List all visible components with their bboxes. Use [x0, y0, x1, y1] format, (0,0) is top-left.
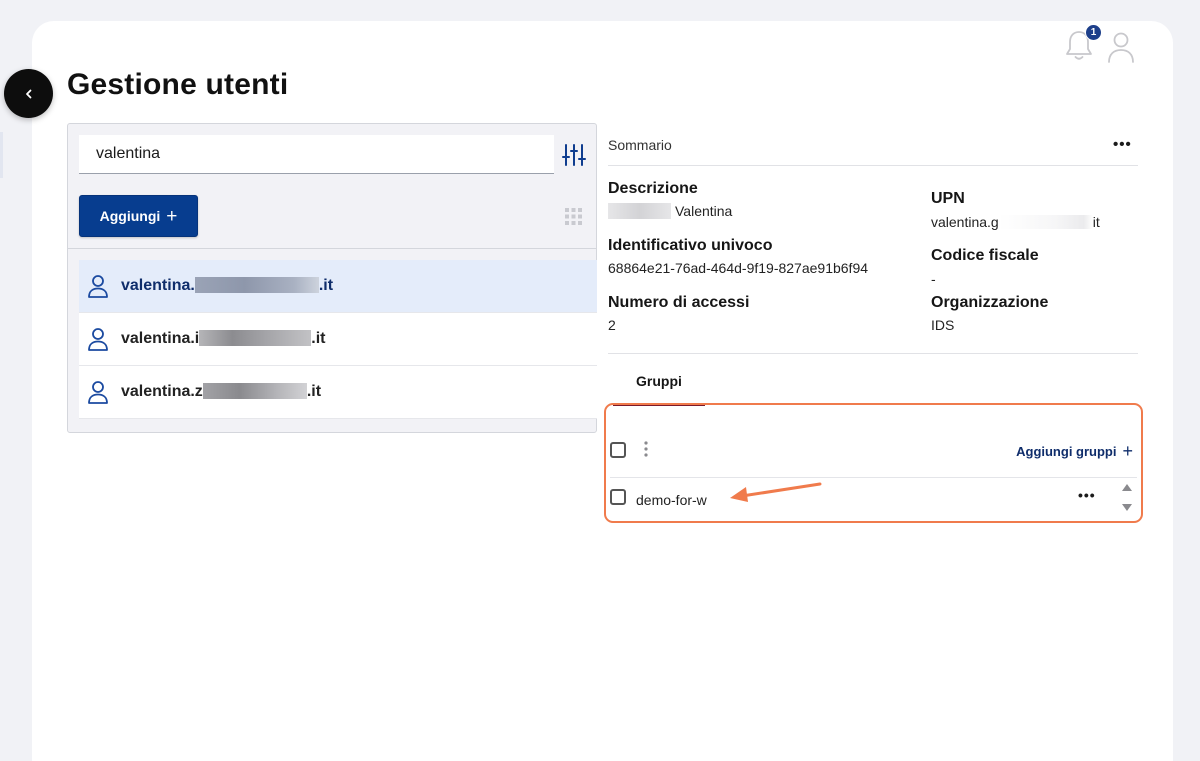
user-list-item[interactable]: valentina.z .it [79, 366, 597, 419]
redacted-text [199, 330, 312, 346]
back-button[interactable] [4, 69, 53, 118]
user-icon [88, 381, 108, 404]
redacted-text [608, 203, 671, 219]
user-email: valentina. .it [121, 277, 334, 294]
add-user-button[interactable]: Aggiungi + [79, 195, 198, 237]
tax-code-label: Codice fiscale [931, 247, 1039, 264]
redacted-text [194, 277, 319, 293]
unique-id-value: 68864e21-76ad-464d-9f19-827ae91b6f94 [608, 260, 869, 276]
plus-icon: + [166, 205, 178, 227]
upn-value: valentina.g it [931, 214, 1100, 230]
chevron-left-icon [25, 89, 31, 98]
description-value: Valentina [608, 203, 732, 219]
tax-code-value: - [931, 271, 936, 287]
groups-header-divider [610, 477, 1137, 478]
panel-divider [68, 248, 596, 249]
access-count-value: 2 [608, 317, 616, 333]
add-groups-button[interactable]: Aggiungi gruppi + [1016, 442, 1133, 460]
user-email: valentina.i .it [121, 330, 326, 347]
scroll-down-icon[interactable] [1122, 504, 1132, 512]
summary-heading: Sommario [608, 137, 672, 153]
summary-divider [608, 165, 1138, 166]
sidebar-rail [0, 132, 3, 178]
organization-value: IDS [931, 317, 955, 333]
users-panel: Aggiungi + valentina..it valentina.i.it [67, 123, 597, 433]
redacted-text [998, 215, 1093, 229]
redacted-text [202, 383, 307, 399]
groups-table: Aggiungi gruppi + demo-for-w ••• [604, 403, 1143, 523]
description-label: Descrizione [608, 180, 698, 197]
search-field[interactable] [79, 135, 554, 174]
access-count-label: Numero di accessi [608, 294, 750, 311]
notification-badge: 1 [1085, 24, 1102, 41]
user-avatar-icon[interactable] [1106, 30, 1136, 64]
unique-id-label: Identificativo univoco [608, 237, 773, 254]
organization-label: Organizzazione [931, 294, 1049, 311]
upn-label: UPN [931, 190, 965, 207]
group-more-icon[interactable]: ••• [1078, 487, 1096, 503]
user-list: valentina. .it valentina.i .it valentina.z… [79, 260, 597, 419]
tab-groups[interactable]: Gruppi [613, 372, 705, 406]
user-icon [88, 328, 108, 351]
add-user-button-label: Aggiungi [99, 208, 161, 224]
group-row-checkbox[interactable] [610, 489, 626, 505]
user-list-item[interactable]: valentina. .it [79, 260, 597, 313]
user-email: valentina.z .it [121, 383, 322, 400]
vertical-more-icon[interactable] [643, 440, 649, 458]
user-list-item[interactable]: valentina.i .it [79, 313, 597, 366]
annotation-arrow [730, 482, 822, 502]
page-title: Gestione utenti [67, 68, 289, 101]
summary-more-icon[interactable]: ••• [1113, 136, 1132, 153]
search-input[interactable] [79, 135, 554, 173]
grid-view-icon[interactable] [565, 208, 582, 225]
fields-divider [608, 353, 1138, 354]
user-icon [88, 275, 108, 298]
plus-icon: + [1122, 441, 1133, 461]
add-groups-label: Aggiungi gruppi [1016, 443, 1117, 459]
filter-sliders-icon[interactable] [562, 144, 586, 166]
scroll-up-icon[interactable] [1122, 483, 1132, 491]
group-name: demo-for-w [636, 492, 707, 508]
select-all-checkbox[interactable] [610, 442, 626, 458]
